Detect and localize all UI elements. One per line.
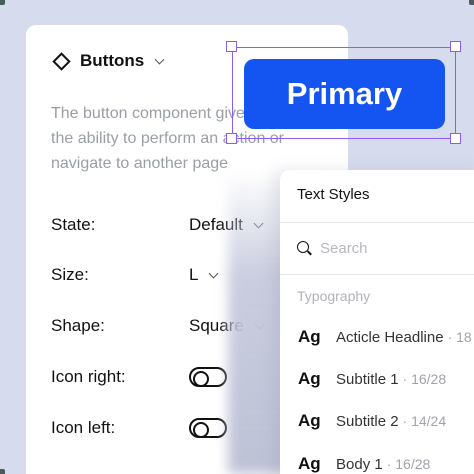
style-name: Body 1 bbox=[336, 455, 383, 473]
text-style-item[interactable]: Ag Subtitle 2 · 14/24 bbox=[298, 409, 474, 433]
chevron-down-icon[interactable] bbox=[154, 54, 165, 64]
text-style-item[interactable]: Ag Acticle Headline · 18 bbox=[298, 325, 474, 349]
text-styles-panel: Text Styles Typography Ag Acticle Headli… bbox=[280, 170, 474, 474]
style-name: Acticle Headline bbox=[336, 328, 444, 346]
style-meta: · 16/28 bbox=[386, 456, 431, 472]
text-style-item[interactable]: Ag Body 1 · 16/28 bbox=[298, 452, 474, 474]
style-sample: Ag bbox=[298, 411, 321, 430]
style-meta: · 14/24 bbox=[402, 413, 447, 429]
dropdown-value: L bbox=[189, 265, 199, 284]
divider bbox=[280, 274, 474, 275]
text-style-item[interactable]: Ag Subtitle 1 · 16/28 bbox=[298, 367, 474, 391]
divider bbox=[280, 222, 474, 223]
style-meta: · 18 bbox=[447, 329, 472, 345]
property-label: Icon right: bbox=[51, 367, 126, 386]
resize-handle-top-left[interactable] bbox=[226, 41, 237, 52]
search-icon bbox=[297, 241, 309, 253]
frame-corner-marker bbox=[0, 0, 5, 5]
icon-right-toggle[interactable] bbox=[189, 367, 227, 387]
property-label: Size: bbox=[51, 265, 89, 284]
text-styles-title: Text Styles bbox=[297, 186, 370, 203]
component-selector[interactable]: Buttons bbox=[52, 51, 165, 71]
size-dropdown[interactable]: L bbox=[189, 265, 219, 285]
resize-handle-bottom-left[interactable] bbox=[226, 133, 237, 144]
chevron-down-icon bbox=[209, 268, 219, 278]
property-label: Icon left: bbox=[51, 418, 116, 437]
section-label-typography: Typography bbox=[297, 288, 371, 304]
component-diamond-icon bbox=[52, 51, 71, 71]
icon-left-toggle[interactable] bbox=[189, 418, 227, 438]
resize-handle-top-right[interactable] bbox=[450, 41, 461, 52]
primary-button[interactable]: Primary bbox=[244, 59, 445, 129]
style-meta: · 16/28 bbox=[402, 371, 447, 387]
search-input[interactable] bbox=[320, 238, 470, 258]
style-sample: Ag bbox=[298, 369, 321, 388]
property-label: State: bbox=[51, 215, 96, 234]
panel-title: Buttons bbox=[80, 51, 145, 70]
frame-corner-marker bbox=[0, 469, 5, 474]
resize-handle-bottom-right[interactable] bbox=[450, 133, 461, 144]
style-sample: Ag bbox=[298, 327, 321, 346]
style-sample: Ag bbox=[298, 454, 321, 473]
style-name: Subtitle 2 bbox=[336, 412, 399, 430]
frame-corner-marker bbox=[469, 0, 474, 5]
property-label: Shape: bbox=[51, 316, 105, 335]
style-name: Subtitle 1 bbox=[336, 370, 399, 388]
